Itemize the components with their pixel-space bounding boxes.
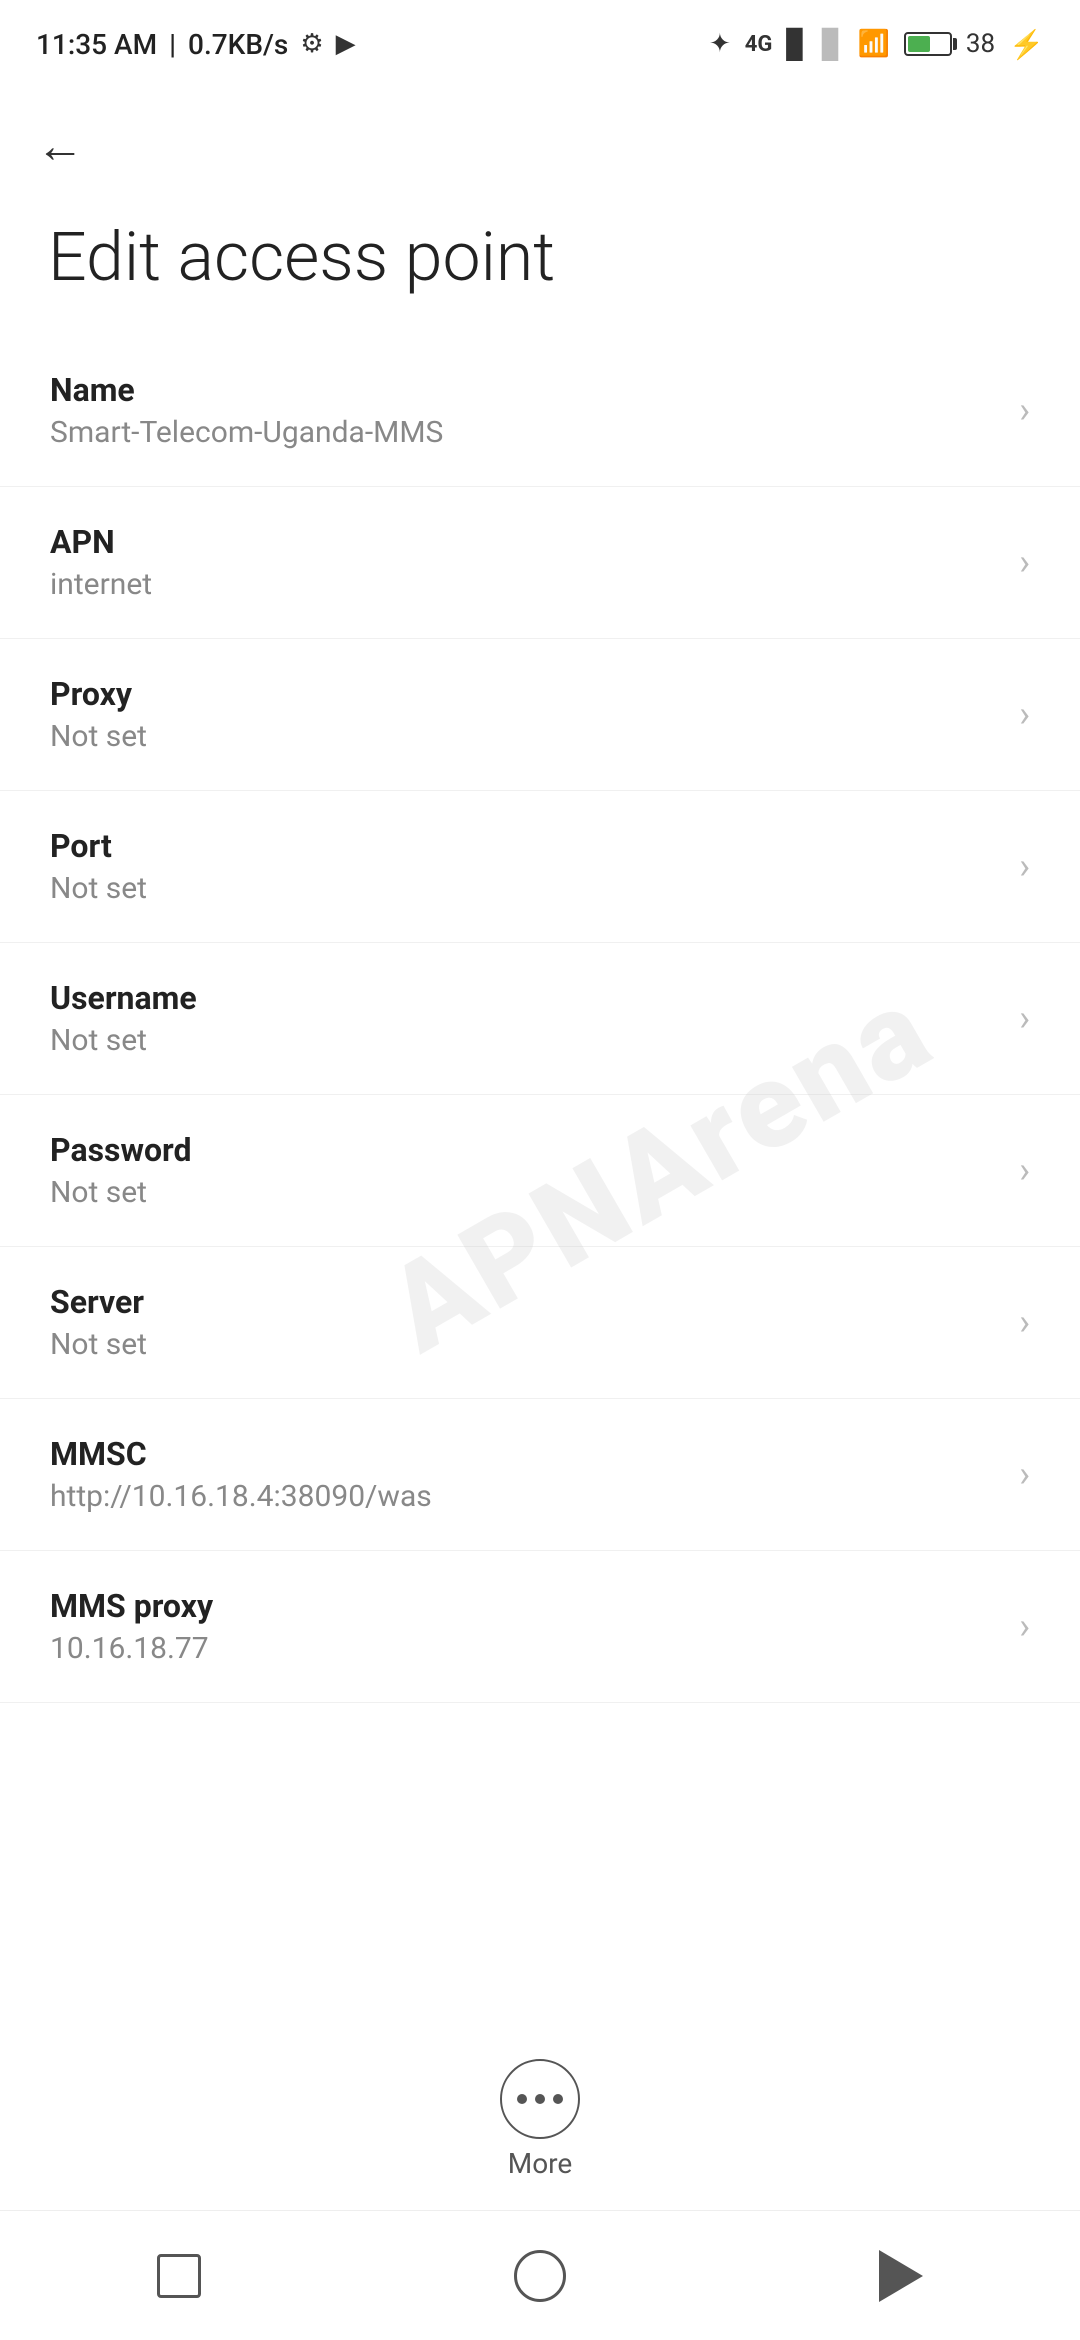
more-button[interactable]: More [500,2059,580,2180]
status-right: ✦ 4G ▊ ▊ 📶 38 ⚡ [709,28,1044,61]
settings-item-value: Not set [50,1327,999,1362]
more-label: More [508,2147,573,2180]
chevron-right-icon: › [1019,541,1030,583]
settings-item-value: Not set [50,1023,999,1058]
network-4g-icon: 4G [745,32,773,57]
settings-item-password[interactable]: Password Not set › [0,1095,1080,1247]
settings-item-mmsc[interactable]: MMSC http://10.16.18.4:38090/was › [0,1399,1080,1551]
settings-item-value: Not set [50,1175,999,1210]
battery-icon [904,32,952,56]
nav-bar [0,2210,1080,2340]
nav-recent-button[interactable] [157,2254,201,2298]
header: ← [0,80,1080,190]
settings-item-proxy[interactable]: Proxy Not set › [0,639,1080,791]
bluetooth-icon: ✦ [709,29,731,59]
back-button[interactable]: ← [36,117,84,174]
chevron-right-icon: › [1019,997,1030,1039]
settings-item-value: Not set [50,871,999,906]
chevron-right-icon: › [1019,1605,1030,1647]
settings-list: Name Smart-Telecom-Uganda-MMS › APN inte… [0,335,1080,1703]
battery-fill [908,36,930,52]
settings-item-text: Name Smart-Telecom-Uganda-MMS [50,371,999,450]
settings-item-label: Name [50,371,999,409]
more-circle-icon [500,2059,580,2139]
settings-item-apn[interactable]: APN internet › [0,487,1080,639]
video-icon: ▶ [336,29,356,59]
battery-percent: 38 [966,29,995,59]
settings-item-text: APN internet [50,523,999,602]
dot1 [517,2094,527,2104]
settings-item-value: Not set [50,719,999,754]
chevron-right-icon: › [1019,693,1030,735]
settings-item-value: Smart-Telecom-Uganda-MMS [50,415,999,450]
chevron-right-icon: › [1019,1149,1030,1191]
settings-item-value: internet [50,567,999,602]
settings-item-text: Port Not set [50,827,999,906]
settings-item-label: Username [50,979,999,1017]
network-speed: 0.7KB/s [188,28,288,61]
settings-item-label: Port [50,827,999,865]
nav-home-button[interactable] [514,2250,566,2302]
signal-icon: ▊ [786,28,808,61]
time: 11:35 AM [36,28,157,61]
settings-item-label: MMS proxy [50,1587,999,1625]
more-dots [517,2094,563,2104]
settings-item-text: Server Not set [50,1283,999,1362]
dot3 [553,2094,563,2104]
settings-item-label: APN [50,523,999,561]
settings-item-label: Server [50,1283,999,1321]
settings-item-text: Proxy Not set [50,675,999,754]
settings-icon: ⚙ [300,29,323,59]
chevron-right-icon: › [1019,845,1030,887]
status-left: 11:35 AM | 0.7KB/s ⚙ ▶ [36,28,356,61]
dot2 [535,2094,545,2104]
settings-item-username[interactable]: Username Not set › [0,943,1080,1095]
nav-back-button[interactable] [879,2250,923,2302]
settings-item-port[interactable]: Port Not set › [0,791,1080,943]
settings-item-label: MMSC [50,1435,999,1473]
settings-item-label: Proxy [50,675,999,713]
chevron-right-icon: › [1019,1301,1030,1343]
chevron-right-icon: › [1019,389,1030,431]
charging-icon: ⚡ [1009,28,1044,61]
status-bar: 11:35 AM | 0.7KB/s ⚙ ▶ ✦ 4G ▊ ▊ 📶 38 ⚡ [0,0,1080,80]
settings-item-mms-proxy[interactable]: MMS proxy 10.16.18.77 › [0,1551,1080,1703]
settings-item-server[interactable]: Server Not set › [0,1247,1080,1399]
wifi-icon: 📶 [858,29,890,59]
page-title: Edit access point [0,190,1080,335]
settings-item-value: http://10.16.18.4:38090/was [50,1479,999,1514]
settings-item-value: 10.16.18.77 [50,1631,999,1666]
signal2-icon: ▊ [822,28,844,61]
separator: | [169,28,176,61]
settings-item-text: MMSC http://10.16.18.4:38090/was [50,1435,999,1514]
settings-item-text: Username Not set [50,979,999,1058]
settings-item-text: Password Not set [50,1131,999,1210]
chevron-right-icon: › [1019,1453,1030,1495]
settings-item-name[interactable]: Name Smart-Telecom-Uganda-MMS › [0,335,1080,487]
settings-item-text: MMS proxy 10.16.18.77 [50,1587,999,1666]
settings-item-label: Password [50,1131,999,1169]
